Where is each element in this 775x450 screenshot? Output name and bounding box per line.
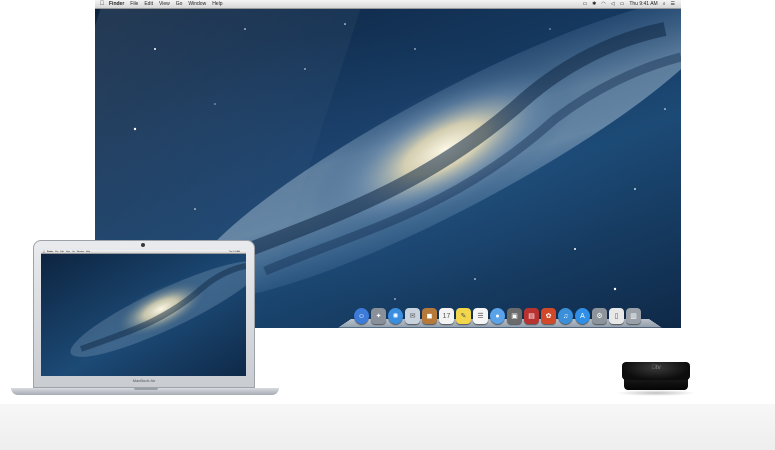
- laptop-galaxy-illustration: [41, 254, 246, 376]
- menu-view[interactable]: View: [159, 1, 170, 7]
- menu-bar-status-area: ▭ ✱ ◠ ◁ ▭ Thu 9:41 AM ⌕ ☰: [582, 1, 681, 7]
- laptop-menu-go[interactable]: Go: [72, 251, 75, 253]
- wifi-icon[interactable]: ◠: [601, 1, 605, 7]
- laptop-menu-view[interactable]: View: [66, 251, 70, 253]
- apple-tv-top: tv: [622, 362, 690, 380]
- notification-center-icon[interactable]: ☰: [671, 1, 675, 7]
- laptop-menu-app-name[interactable]: Finder: [47, 251, 53, 253]
- apple-menu-icon[interactable]: : [95, 1, 109, 7]
- notes-icon[interactable]: ✎: [456, 308, 471, 324]
- laptop-menu-file[interactable]: File: [55, 251, 58, 253]
- floor-reflection: [0, 404, 775, 450]
- menu-app-name[interactable]: Finder: [109, 1, 124, 7]
- facetime-icon[interactable]: ▣: [507, 308, 522, 324]
- documents-stack-icon[interactable]: ▯: [609, 308, 624, 324]
- app-store-icon[interactable]: A: [575, 308, 590, 324]
- macbook-air:  Finder File Edit View Go Window Help T…: [33, 240, 255, 390]
- menu-clock[interactable]: Thu 9:41 AM: [629, 1, 657, 7]
- menu-help[interactable]: Help: [212, 1, 222, 7]
- photo-booth-icon[interactable]: ▤: [524, 308, 539, 324]
- system-preferences-icon[interactable]: ⚙: [592, 308, 607, 324]
- menu-window[interactable]: Window: [188, 1, 206, 7]
- apple-tv-logo: tv: [622, 365, 690, 371]
- itunes-icon[interactable]: ♫: [558, 308, 573, 324]
- apple-tv-box: tv: [616, 362, 696, 396]
- mail-icon[interactable]: ✉: [405, 308, 420, 324]
- menu-go[interactable]: Go: [176, 1, 183, 7]
- laptop-menu-clock[interactable]: Thu 9:41 AM: [229, 251, 240, 253]
- laptop-screen:  Finder File Edit View Go Window Help T…: [41, 250, 246, 376]
- battery-icon[interactable]: ▭: [620, 1, 625, 7]
- reminders-icon[interactable]: ☰: [473, 308, 488, 324]
- bluetooth-icon[interactable]: ✱: [592, 1, 596, 7]
- safari-icon[interactable]: ✺: [388, 308, 403, 324]
- airplay-icon[interactable]: ▭: [582, 1, 587, 7]
- laptop-menu-bar-status-area: Thu 9:41 AM: [229, 251, 246, 253]
- laptop-opening-notch: [134, 388, 158, 390]
- laptop-menu-edit[interactable]: Edit: [60, 251, 63, 253]
- laptop-menu-help[interactable]: Help: [86, 251, 90, 253]
- menu-file[interactable]: File: [130, 1, 138, 7]
- iphoto-icon[interactable]: ✿: [541, 308, 556, 324]
- menu-bar:  Finder File Edit View Go Window Help ▭…: [95, 0, 681, 9]
- camera-icon: [141, 243, 145, 247]
- calendar-icon[interactable]: 17: [439, 308, 454, 324]
- trash-icon[interactable]: ▥: [626, 308, 641, 324]
- messages-icon[interactable]: ●: [490, 308, 505, 324]
- menu-edit[interactable]: Edit: [144, 1, 153, 7]
- apple-tv-shadow: [616, 390, 696, 396]
- finder-icon[interactable]: ☺: [354, 308, 369, 324]
- laptop-menu-bar:  Finder File Edit View Go Window Help T…: [41, 250, 246, 254]
- laptop-menu-window[interactable]: Window: [77, 251, 84, 253]
- laptop-brand-label: MacBook Air: [132, 378, 156, 383]
- spotlight-search-icon[interactable]: ⌕: [663, 1, 666, 7]
- volume-icon[interactable]: ◁: [611, 1, 615, 7]
- apple-tv-logo-text: tv: [653, 365, 661, 371]
- laptop-desktop-wallpaper: [41, 254, 246, 376]
- launchpad-icon[interactable]: ✦: [371, 308, 386, 324]
- dock: ☺ ✦ ✺ ✉ ◼ 17 ✎ ☰ ● ▣ ▤ ✿ ♫ A ⚙ ▯ ▥: [350, 305, 650, 327]
- contacts-icon[interactable]: ◼: [422, 308, 437, 324]
